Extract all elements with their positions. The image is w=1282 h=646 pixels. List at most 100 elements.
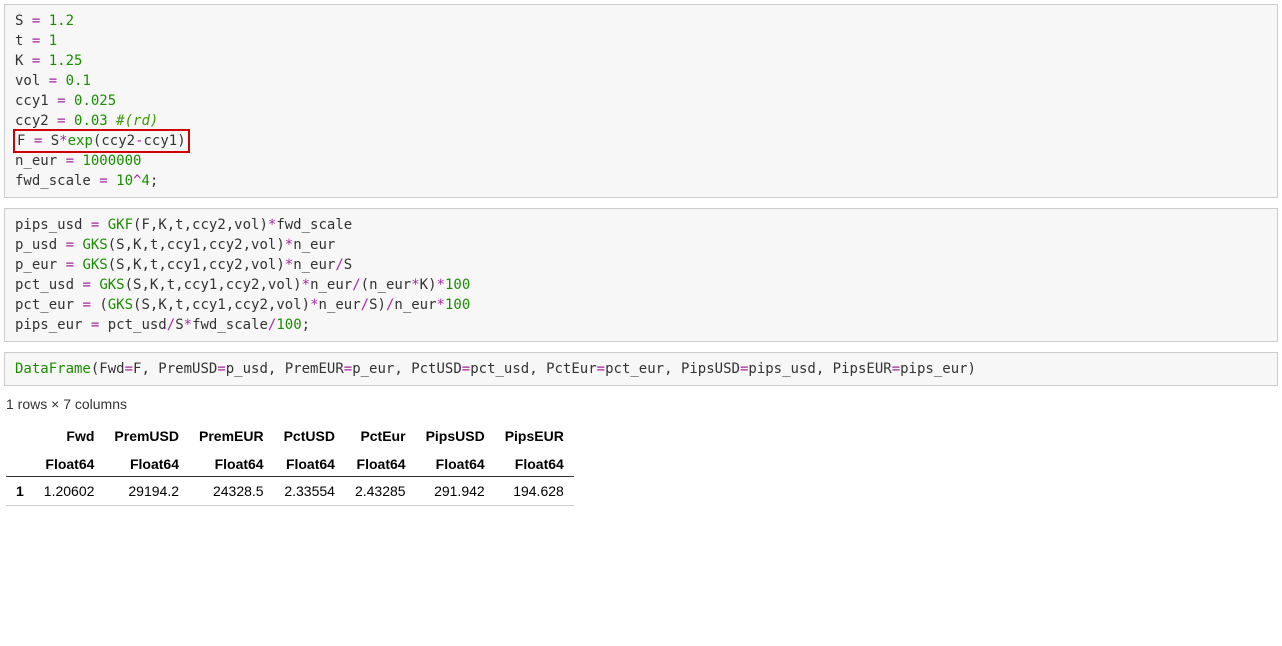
- code-token: pct_usd: [15, 277, 74, 293]
- code-token: S: [51, 133, 59, 149]
- code-token: *: [437, 297, 445, 313]
- code-token: =: [25, 133, 50, 149]
- code-token: ): [177, 133, 185, 149]
- code-token: =: [74, 277, 99, 293]
- code-token: fwd_scale: [192, 317, 268, 333]
- column-type: Float64: [104, 450, 189, 477]
- code-token: /: [361, 297, 369, 313]
- code-token: pct_usd: [108, 317, 167, 333]
- code-token: 100: [276, 317, 301, 333]
- column-type: Float64: [34, 450, 105, 477]
- row-index-header: [6, 422, 34, 450]
- code-token: GKS: [99, 277, 124, 293]
- code-token: S: [175, 317, 183, 333]
- code-token: *: [184, 317, 192, 333]
- code-token: ccy2: [101, 133, 135, 149]
- dataframe-table: FwdPremUSDPremEURPctUSDPctEurPipsUSDPips…: [6, 422, 574, 506]
- cell-value: 291.942: [416, 477, 495, 506]
- code-token: pips_eur): [900, 361, 976, 377]
- code-token: =: [23, 13, 48, 29]
- code-token: vol: [15, 73, 40, 89]
- highlighted-line: F = S*exp(ccy2-ccy1): [13, 129, 190, 153]
- code-token: pips_usd: [15, 217, 82, 233]
- code-token: (n_eur: [361, 277, 412, 293]
- column-type: Float64: [274, 450, 345, 477]
- code-token: GKS: [82, 257, 107, 273]
- cell-value: 194.628: [495, 477, 574, 506]
- code-token: S): [369, 297, 386, 313]
- code-token: n_eur: [293, 257, 335, 273]
- code-token: K): [420, 277, 437, 293]
- code-token: =: [49, 93, 74, 109]
- code-cell-1: S = 1.2 t = 1 K = 1.25 vol = 0.1 ccy1 = …: [4, 4, 1278, 198]
- code-token: /: [335, 257, 343, 273]
- code-token: =: [49, 113, 74, 129]
- code-token: F, PremUSD: [133, 361, 217, 377]
- code-token: 1.25: [49, 53, 83, 69]
- code-token: *: [437, 277, 445, 293]
- code-token: =: [40, 73, 65, 89]
- code-token: *: [285, 257, 293, 273]
- code-token: /: [167, 317, 175, 333]
- code-token: *: [59, 133, 67, 149]
- row-index-type-header: [6, 450, 34, 477]
- code-token: DataFrame: [15, 361, 91, 377]
- code-token: 0.03: [74, 113, 108, 129]
- code-token: (Fwd: [91, 361, 125, 377]
- code-token: n_eur: [319, 297, 361, 313]
- code-token: 100: [445, 297, 470, 313]
- code-token: ;: [302, 317, 310, 333]
- code-token: =: [23, 53, 48, 69]
- code-token: p_eur: [15, 257, 57, 273]
- column-type: Float64: [345, 450, 416, 477]
- cell-value: 2.43285: [345, 477, 416, 506]
- code-token: fwd_scale: [276, 217, 352, 233]
- code-token: =: [91, 173, 116, 189]
- code-token: GKS: [108, 297, 133, 313]
- column-header: Fwd: [34, 422, 105, 450]
- code-token: p_usd, PremEUR: [226, 361, 344, 377]
- code-token: (: [99, 297, 107, 313]
- code-token: GKS: [82, 237, 107, 253]
- code-token: 4: [141, 173, 149, 189]
- code-token: exp: [68, 133, 93, 149]
- column-type: Float64: [189, 450, 274, 477]
- column-header: PipsUSD: [416, 422, 495, 450]
- code-token: =: [23, 33, 48, 49]
- cell-value: 24328.5: [189, 477, 274, 506]
- code-token: =: [597, 361, 605, 377]
- code-token: =: [344, 361, 352, 377]
- code-token: =: [82, 317, 107, 333]
- code-token: ;: [150, 173, 158, 189]
- code-token: *: [411, 277, 419, 293]
- code-token: pct_usd, PctEur: [470, 361, 596, 377]
- code-token: pct_eur, PipsUSD: [605, 361, 740, 377]
- code-token: =: [462, 361, 470, 377]
- column-header: PremUSD: [104, 422, 189, 450]
- code-token: (F,K,t,ccy2,vol): [133, 217, 268, 233]
- code-token: n_eur: [15, 153, 57, 169]
- code-token: ccy1: [144, 133, 178, 149]
- code-token: =: [57, 153, 82, 169]
- column-type: Float64: [416, 450, 495, 477]
- code-token: p_eur, PctUSD: [352, 361, 462, 377]
- code-token: -: [135, 133, 143, 149]
- column-header: PctEur: [345, 422, 416, 450]
- code-token: =: [57, 237, 82, 253]
- code-token: (S,K,t,ccy1,ccy2,vol): [125, 277, 302, 293]
- column-header: PipsEUR: [495, 422, 574, 450]
- row-index: 1: [6, 477, 34, 506]
- column-type: Float64: [495, 450, 574, 477]
- code-token: =: [125, 361, 133, 377]
- column-header: PctUSD: [274, 422, 345, 450]
- code-token: n_eur: [310, 277, 352, 293]
- code-token: (S,K,t,ccy1,ccy2,vol): [133, 297, 310, 313]
- code-token: pips_eur: [15, 317, 82, 333]
- dataframe-meta: 1 rows × 7 columns: [6, 396, 1276, 412]
- cell-value: 29194.2: [104, 477, 189, 506]
- code-token: =: [82, 217, 107, 233]
- code-token: *: [302, 277, 310, 293]
- code-token: n_eur: [293, 237, 335, 253]
- column-header: PremEUR: [189, 422, 274, 450]
- code-token: (S,K,t,ccy1,ccy2,vol): [108, 237, 285, 253]
